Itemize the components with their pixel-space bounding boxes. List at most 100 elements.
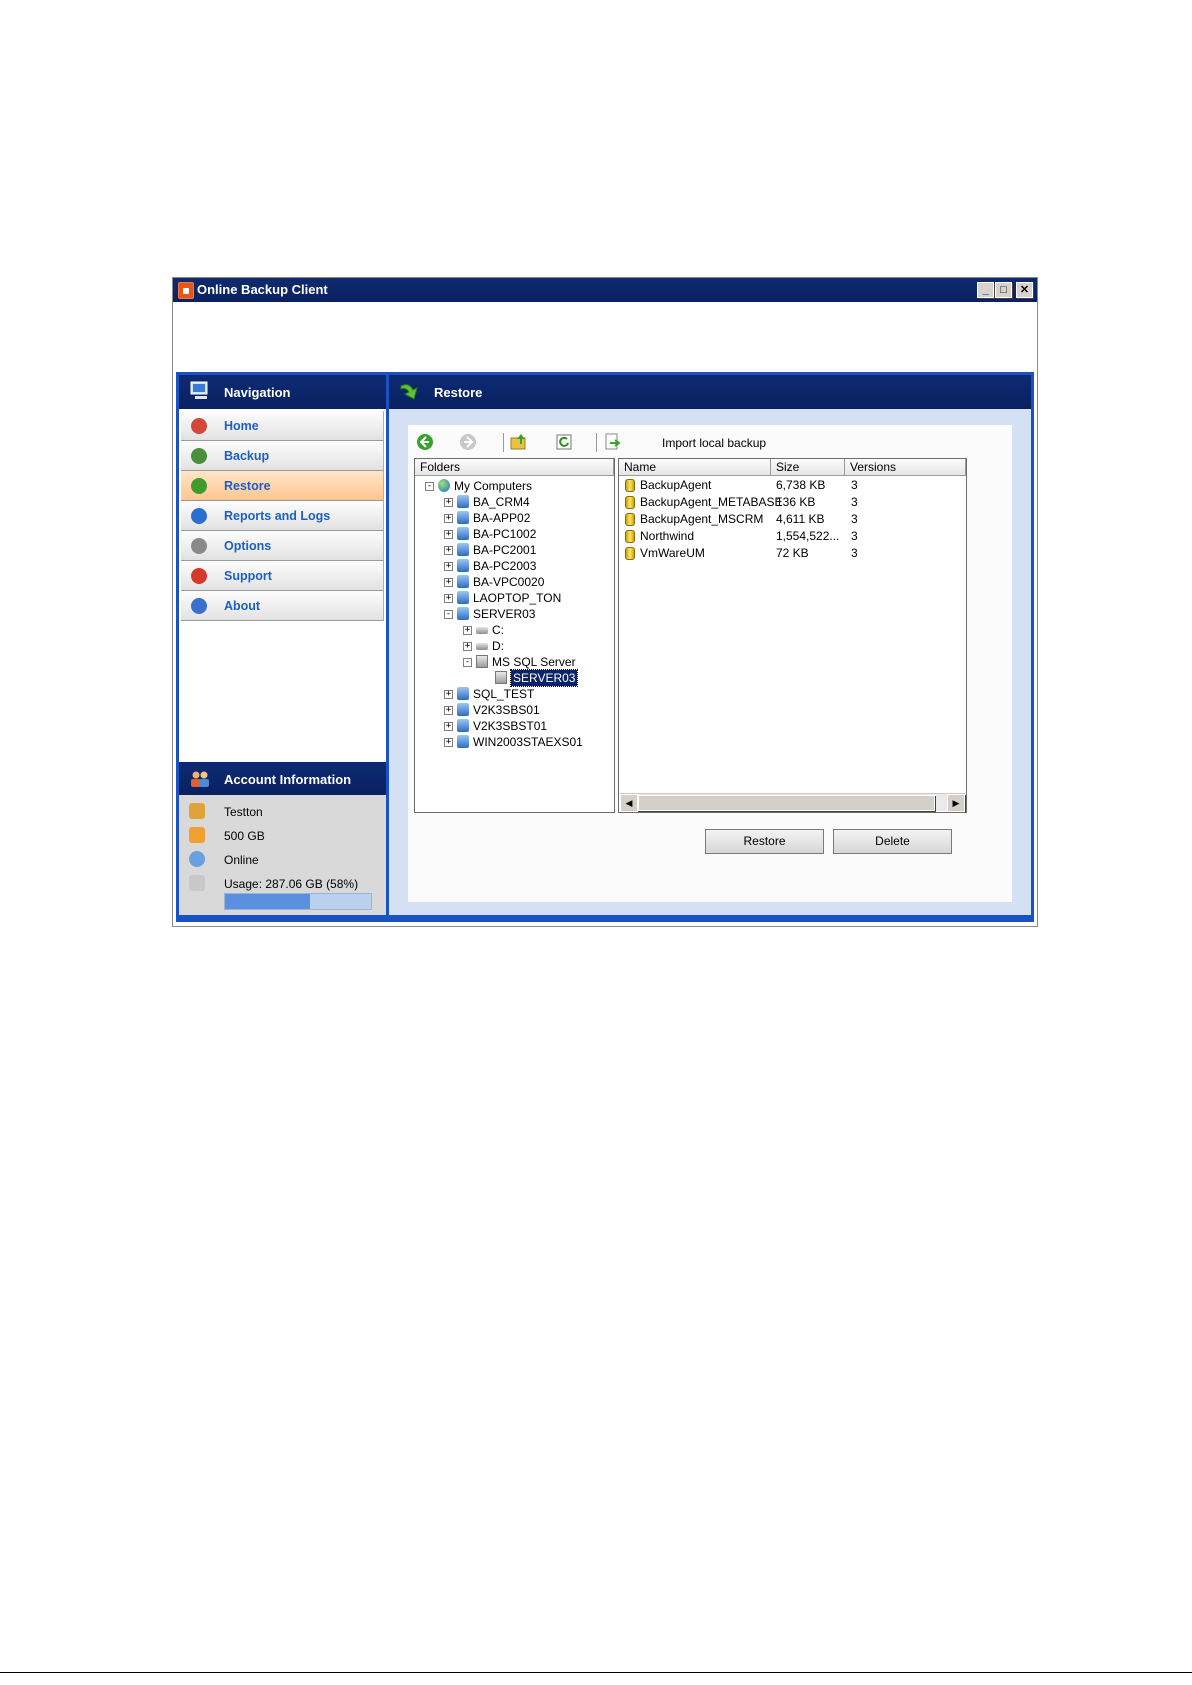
tree-node-label[interactable]: BA-PC1002 [473,526,536,542]
account-status-row: Online [179,849,386,873]
toolbar-separator [503,433,504,452]
database-icon [625,530,635,543]
tree-node[interactable]: - SERVER03 [415,606,614,622]
file-row[interactable]: BackupAgent 6,738 KB 3 [619,477,966,494]
nav-item-label: Restore [224,479,271,493]
tree-node[interactable]: SERVER03 [415,669,614,687]
restore-button[interactable]: Restore [705,829,824,854]
expand-icon[interactable]: + [444,738,453,747]
back-arrow-icon[interactable] [416,433,434,451]
nav-item-support[interactable]: Support [181,561,384,591]
column-header-versions[interactable]: Versions [845,459,966,476]
tree-node[interactable]: + V2K3SBST01 [415,718,614,734]
tree-node-label[interactable]: WIN2003STAEXS01 [473,734,583,750]
tree-node[interactable]: + V2K3SBS01 [415,702,614,718]
tree-node-label[interactable]: BA-VPC0020 [473,574,544,590]
expand-icon[interactable]: + [444,722,453,731]
account-title: Account Information [224,772,352,787]
tree-node-label[interactable]: C: [492,622,504,638]
nav-item-restore[interactable]: Restore [181,471,384,501]
column-header-name[interactable]: Name [619,459,771,476]
scroll-right-icon[interactable]: ▶ [947,794,965,812]
tree-node[interactable]: + SQL_TEST [415,686,614,702]
tree-node[interactable]: - MS SQL Server [415,654,614,670]
tree-node-label[interactable]: BA_CRM4 [473,494,530,510]
collapse-icon[interactable]: - [425,482,434,491]
column-header-size[interactable]: Size [771,459,845,476]
user-icon [189,803,205,819]
import-icon[interactable] [604,433,622,451]
nav-item-backup[interactable]: Backup [181,441,384,471]
expand-icon[interactable]: + [463,642,472,651]
tree-node-label[interactable]: MS SQL Server [492,654,576,670]
toolbar-separator [596,433,597,452]
expand-icon[interactable]: + [444,514,453,523]
expand-icon[interactable]: + [444,546,453,555]
tree-node[interactable]: + BA-APP02 [415,510,614,526]
expand-icon[interactable]: + [444,498,453,507]
horizontal-scrollbar[interactable]: ◀ ▶ [620,793,965,812]
delete-button[interactable]: Delete [833,829,952,854]
expand-icon[interactable]: + [444,578,453,587]
folders-tree-panel: Folders - My Computers + BA_CRM4 + BA-APP02 + B… [414,458,615,813]
nav-item-options[interactable]: Options [181,531,384,561]
restore-content: Import local backup Folders - My Computer… [408,425,1012,902]
file-row[interactable]: BackupAgent_METABASE 136 KB 3 [619,494,966,511]
tree-node[interactable]: + BA_CRM4 [415,494,614,510]
import-local-backup-button[interactable]: Import local backup [662,436,766,450]
maximize-button[interactable]: □ [995,282,1012,298]
expand-icon[interactable]: + [444,562,453,571]
tree-node-label[interactable]: BA-PC2001 [473,542,536,558]
window-title: Online Backup Client [197,282,328,297]
expand-icon[interactable]: + [463,626,472,635]
tree-node-label[interactable]: My Computers [454,478,532,494]
collapse-icon[interactable]: - [463,658,472,667]
tree-node[interactable]: + D: [415,638,614,654]
close-button[interactable]: ✕ [1016,282,1033,298]
expand-icon[interactable]: + [444,690,453,699]
drive-icon [476,627,488,634]
expand-icon[interactable]: + [444,530,453,539]
collapse-icon[interactable]: - [444,610,453,619]
refresh-icon[interactable] [555,433,573,451]
tree-node[interactable]: + C: [415,622,614,638]
tree-node[interactable]: - My Computers [415,478,614,494]
nav-item-reports-and-logs[interactable]: Reports and Logs [181,501,384,531]
tree-node-label[interactable]: V2K3SBST01 [473,718,547,734]
tree-node-label[interactable]: D: [492,638,504,654]
users-icon [191,771,209,787]
nav-item-about[interactable]: About [181,591,384,621]
tree-node-label[interactable]: BA-PC2003 [473,558,536,574]
expand-icon[interactable]: + [444,706,453,715]
tree-node-label[interactable]: SERVER03 [473,606,535,622]
expand-icon[interactable]: + [444,594,453,603]
computer-icon [190,381,208,399]
tree-node-label[interactable]: BA-APP02 [473,510,530,526]
tree-node-label[interactable]: V2K3SBS01 [473,702,540,718]
scroll-thumb[interactable] [638,795,935,811]
backup-icon [191,448,207,464]
file-row[interactable]: VmWareUM 72 KB 3 [619,545,966,562]
drive-icon [476,643,488,650]
file-row[interactable]: Northwind 1,554,522... 3 [619,528,966,545]
tree-node-label[interactable]: SERVER03 [509,669,579,687]
app-lock-icon [178,282,194,299]
nav-item-home[interactable]: Home [181,411,384,441]
tree-node[interactable]: + BA-PC2003 [415,558,614,574]
tree-node[interactable]: + BA-PC2001 [415,542,614,558]
minimize-button[interactable]: _ [977,282,994,298]
tree-node[interactable]: + WIN2003STAEXS01 [415,734,614,750]
tree-node[interactable]: + LAOPTOP_TON [415,590,614,606]
computer-icon [457,607,469,620]
tree-node-label[interactable]: SQL_TEST [473,686,534,702]
file-row[interactable]: BackupAgent_MSCRM 4,611 KB 3 [619,511,966,528]
scroll-left-icon[interactable]: ◀ [620,794,638,812]
account-user: Testton [224,805,263,819]
tree-node-label[interactable]: LAOPTOP_TON [473,590,561,606]
online-globe-icon [189,851,205,867]
tree-node[interactable]: + BA-VPC0020 [415,574,614,590]
usage-progress-fill [225,894,310,909]
forward-arrow-icon[interactable] [459,433,477,451]
tree-node[interactable]: + BA-PC1002 [415,526,614,542]
folder-up-icon[interactable] [510,433,528,451]
